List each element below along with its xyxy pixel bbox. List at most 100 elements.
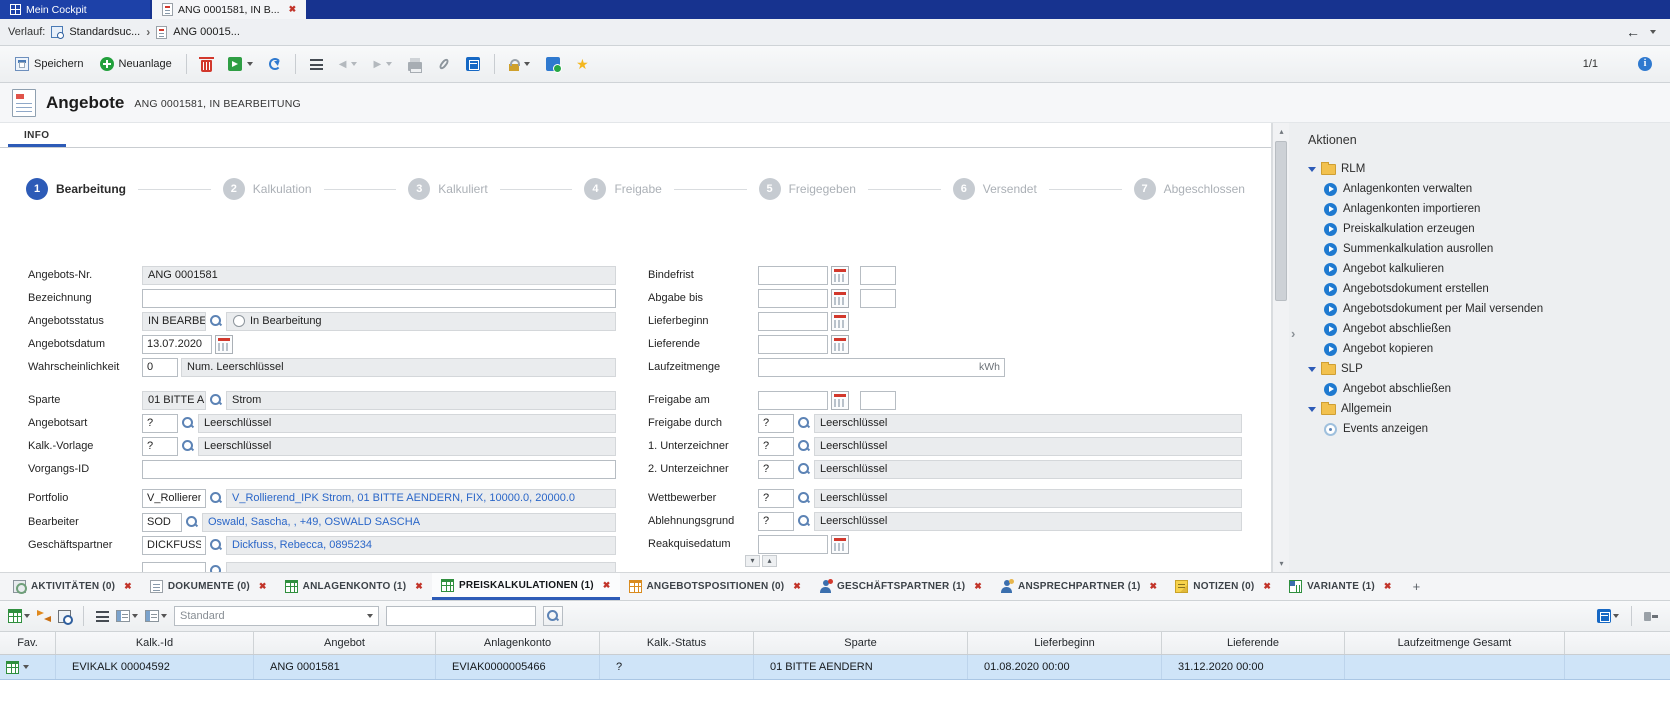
reakquisedatum-input[interactable] [758, 535, 828, 554]
column-header-angebot[interactable]: Angebot [254, 632, 436, 654]
action-angebot-abschliessen[interactable]: Angebot abschließen [1308, 319, 1670, 339]
lookup-icon[interactable] [209, 564, 223, 572]
action-group-header-allgemein[interactable]: Allgemein [1308, 399, 1670, 419]
close-icon[interactable] [793, 581, 801, 592]
abgabe-bis-input[interactable] [758, 289, 828, 308]
action-anlagenkonten-importieren[interactable]: Anlagenkonten importieren [1308, 199, 1670, 219]
grid-search-button[interactable] [543, 606, 563, 626]
hamburger-icon[interactable] [96, 611, 109, 622]
chevron-down-icon[interactable] [247, 62, 253, 69]
laufzeitmenge-input[interactable] [758, 358, 1005, 377]
calendar-icon[interactable] [831, 289, 849, 308]
action-angebotsdokument-erstellen[interactable]: Angebotsdokument erstellen [1308, 279, 1670, 299]
action-preiskalkulation-erzeugen[interactable]: Preiskalkulation erzeugen [1308, 219, 1670, 239]
close-icon[interactable] [1384, 581, 1392, 592]
close-icon[interactable] [603, 580, 611, 591]
action-angebot-kalkulieren[interactable]: Angebot kalkulieren [1308, 259, 1670, 279]
scroll-down-icon[interactable] [1274, 556, 1289, 571]
chevron-down-icon[interactable] [351, 62, 357, 69]
add-record-button[interactable] [539, 51, 567, 77]
close-icon[interactable] [974, 581, 982, 592]
wettbewerber-input[interactable] [758, 489, 794, 508]
abgabe-bis-time-input[interactable] [860, 289, 896, 308]
lookup-icon[interactable] [209, 491, 223, 505]
portfolio-link[interactable]: V_Rollierend_IPK Strom, 01 BITTE AENDERN… [232, 492, 575, 504]
delete-button[interactable] [194, 51, 219, 77]
close-icon[interactable] [124, 581, 132, 592]
chevron-down-icon[interactable] [386, 62, 392, 69]
menu-button[interactable] [303, 51, 330, 77]
unterzeichner-1-input[interactable] [758, 437, 794, 456]
calendar-icon[interactable] [831, 391, 849, 410]
grid-fav-button[interactable] [8, 609, 30, 623]
partial-input[interactable] [142, 562, 206, 573]
portfolio-input[interactable] [142, 489, 206, 508]
calendar-icon[interactable] [831, 312, 849, 331]
transfer-icon[interactable] [37, 610, 51, 622]
scroll-up-icon[interactable] [1274, 124, 1289, 139]
lookup-icon[interactable] [797, 416, 811, 430]
lieferbeginn-input[interactable] [758, 312, 828, 331]
breadcrumb-item-search[interactable]: Standardsuc... [69, 26, 140, 38]
column-header-anlagenkonto[interactable]: Anlagenkonto [436, 632, 600, 654]
back-icon[interactable] [1626, 24, 1640, 40]
save-button[interactable]: Speichern [8, 51, 91, 77]
tab-anlagenkonto[interactable]: ANLAGENKONTO (1) [276, 573, 432, 600]
grid-view-button[interactable] [145, 610, 167, 622]
chevron-down-icon[interactable] [524, 62, 530, 69]
calendar-icon[interactable] [831, 266, 849, 285]
column-header-kalk-status[interactable]: Kalk.-Status [600, 632, 754, 654]
tab-geschaeftspartner[interactable]: GESCHÄFTSPARTNER (1) [810, 573, 991, 600]
lock-button[interactable] [502, 51, 537, 77]
new-button[interactable]: Neuanlage [93, 51, 179, 77]
nav-back-button[interactable] [332, 51, 365, 77]
scroll-down-icon[interactable] [745, 555, 760, 567]
action-events-anzeigen[interactable]: Events anzeigen [1308, 419, 1670, 439]
action-group-header-rlm[interactable]: RLM [1308, 159, 1670, 179]
vorgangs-id-input[interactable] [142, 460, 616, 479]
action-angebot-kopieren[interactable]: Angebot kopieren [1308, 339, 1670, 359]
action-slp-angebot-abschliessen[interactable]: Angebot abschließen [1308, 379, 1670, 399]
refresh-button[interactable] [262, 51, 288, 77]
action-angebotsdokument-mail[interactable]: Angebotsdokument per Mail versenden [1308, 299, 1670, 319]
chevron-down-icon[interactable] [24, 614, 30, 621]
view-select[interactable]: Standard [174, 606, 379, 626]
breadcrumb-item-angebot[interactable]: ANG 00015... [173, 26, 240, 38]
lookup-icon[interactable] [181, 439, 195, 453]
add-tab-button[interactable]: + [1401, 573, 1433, 600]
lookup-icon[interactable] [797, 514, 811, 528]
tab-mein-cockpit[interactable]: Mein Cockpit [0, 0, 150, 19]
column-header-fav[interactable]: Fav. [0, 632, 56, 654]
lookup-icon[interactable] [181, 416, 195, 430]
radio-in-bearbeitung[interactable] [233, 315, 245, 327]
tab-angebot[interactable]: ANG 0001581, IN B... [152, 0, 306, 19]
action-anlagenkonten-verwalten[interactable]: Anlagenkonten verwalten [1308, 179, 1670, 199]
history-dropdown-icon[interactable] [1650, 30, 1656, 37]
scroll-up-icon[interactable] [762, 555, 777, 567]
row-fav-cell[interactable] [0, 655, 56, 679]
close-icon[interactable] [259, 581, 267, 592]
chevron-down-icon[interactable] [161, 614, 167, 621]
action-summenkalkulation-ausrollen[interactable]: Summenkalkulation ausrollen [1308, 239, 1670, 259]
lookup-icon[interactable] [209, 393, 223, 407]
unterzeichner-2-input[interactable] [758, 460, 794, 479]
tab-ansprechpartner[interactable]: ANSPRECHPARTNER (1) [991, 573, 1166, 600]
grid-search-input[interactable] [386, 606, 536, 626]
actions-panel-toggle-icon[interactable] [1291, 326, 1295, 341]
bindefrist-input[interactable] [758, 266, 828, 285]
calendar-icon[interactable] [215, 335, 233, 354]
pin-icon[interactable] [1644, 610, 1658, 623]
column-header-kalk-id[interactable]: Kalk.-Id [56, 632, 254, 654]
table-row[interactable]: EVIKALK 00004592 ANG 0001581 EVIAK000000… [0, 655, 1670, 680]
angebotsdatum-input[interactable] [142, 335, 212, 354]
freigabe-durch-input[interactable] [758, 414, 794, 433]
chevron-down-icon[interactable] [1613, 614, 1619, 621]
bearbeiter-link[interactable]: Oswald, Sascha, , +49, OSWALD SASCHA [208, 516, 420, 528]
kalk-vorlage-input[interactable] [142, 437, 178, 456]
chevron-down-icon[interactable] [132, 614, 138, 621]
tab-angebotspositionen[interactable]: ANGEBOTSPOSITIONEN (0) [620, 573, 811, 600]
freigabe-am-input[interactable] [758, 391, 828, 410]
tab-variante[interactable]: VARIANTE (1) [1280, 573, 1401, 600]
close-icon[interactable] [1150, 581, 1158, 592]
favorite-button[interactable] [569, 51, 598, 77]
